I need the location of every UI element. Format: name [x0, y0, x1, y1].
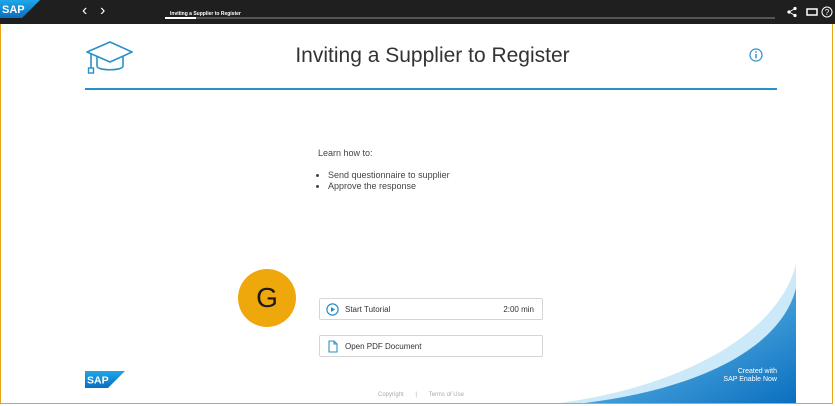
sap-logo-top[interactable]: SAP	[0, 0, 40, 18]
svg-text:SAP: SAP	[87, 375, 109, 387]
start-tutorial-label: Start Tutorial	[345, 305, 391, 314]
page-title: Inviting a Supplier to Register	[295, 44, 570, 67]
top-bar: SAP ‹ › Inviting a Supplier to Register …	[0, 0, 835, 24]
help-icon[interactable]: ?	[821, 6, 833, 18]
play-icon	[326, 303, 339, 316]
start-tutorial-button[interactable]: Start Tutorial 2:00 min	[319, 298, 543, 320]
window-icon[interactable]	[806, 6, 818, 18]
progress-fill	[165, 17, 196, 19]
open-pdf-button[interactable]: Open PDF Document	[319, 335, 543, 357]
info-icon[interactable]	[749, 48, 763, 62]
footer-links: Copyright | Terms of Use	[378, 392, 464, 398]
intro-heading: Learn how to:	[318, 148, 373, 158]
created-with-label: Created with SAP Enable Now	[723, 368, 777, 384]
copyright-link[interactable]: Copyright	[378, 392, 404, 398]
step-marker: G	[238, 269, 296, 327]
learning-points: Send questionnaire to supplier Approve t…	[316, 170, 450, 192]
learning-point: Approve the response	[328, 181, 450, 192]
created-with-line: Created with	[737, 368, 777, 375]
footer-separator: |	[415, 392, 417, 398]
svg-text:SAP: SAP	[2, 4, 25, 16]
back-button[interactable]: ‹	[82, 2, 87, 20]
learning-point: Send questionnaire to supplier	[328, 170, 450, 181]
svg-text:?: ?	[825, 8, 830, 17]
document-icon	[328, 340, 338, 353]
open-pdf-label: Open PDF Document	[345, 342, 422, 351]
created-with-product: SAP Enable Now	[723, 376, 777, 383]
terms-of-use-link[interactable]: Terms of Use	[429, 392, 464, 398]
tutorial-duration: 2:00 min	[503, 305, 534, 314]
sap-logo-bottom: SAP	[85, 371, 125, 388]
forward-button[interactable]: ›	[100, 2, 105, 20]
progress-track[interactable]	[165, 17, 775, 19]
header-divider	[85, 88, 777, 90]
share-icon[interactable]	[786, 6, 798, 18]
